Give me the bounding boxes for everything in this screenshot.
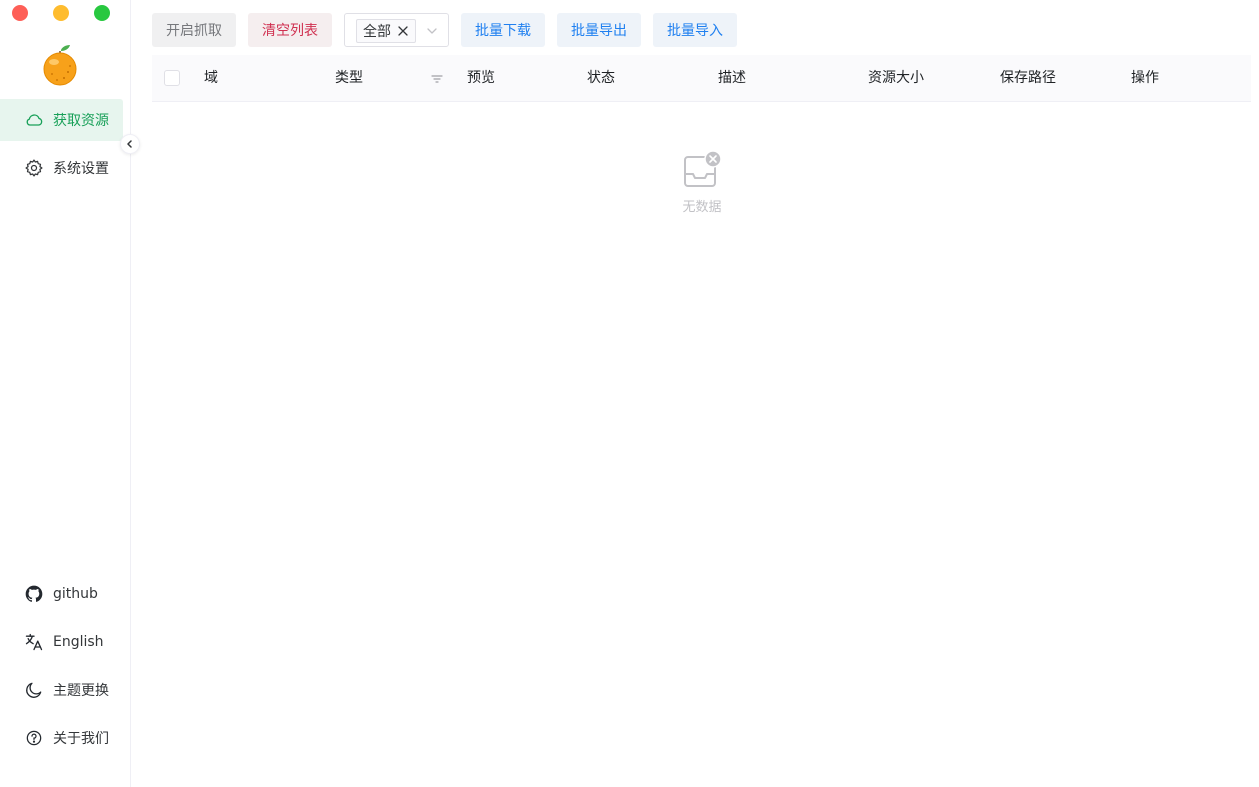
column-header-preview: 预览: [467, 70, 495, 86]
translate-icon: [24, 632, 44, 652]
sidebar-item-github[interactable]: github: [0, 573, 123, 615]
sidebar-item-theme[interactable]: 主题更换: [0, 669, 123, 711]
column-header-description: 描述: [718, 70, 746, 86]
cloud-icon: [24, 110, 44, 130]
sidebar-item-label: 获取资源: [53, 113, 109, 129]
window-maximize-button[interactable]: [94, 5, 110, 21]
gear-icon: [24, 158, 44, 178]
chevron-left-icon: [127, 140, 132, 148]
orange-logo-icon: [43, 45, 77, 86]
help-circle-icon: [24, 728, 44, 748]
sidebar-item-fetch-resources[interactable]: 获取资源: [0, 99, 123, 141]
sidebar-item-label: 关于我们: [53, 731, 109, 747]
batch-export-button[interactable]: 批量导出: [557, 13, 641, 47]
select-all-checkbox[interactable]: [164, 70, 180, 86]
clear-list-button[interactable]: 清空列表: [248, 13, 332, 47]
type-filter-select[interactable]: 全部: [344, 13, 449, 47]
batch-import-button[interactable]: 批量导入: [653, 13, 737, 47]
column-header-domain: 域: [204, 70, 218, 86]
column-header-actions: 操作: [1131, 70, 1159, 86]
column-header-size: 资源大小: [868, 70, 924, 86]
window-close-button[interactable]: [12, 5, 28, 21]
empty-text: 无数据: [682, 200, 722, 215]
column-header-type: 类型: [335, 70, 363, 86]
close-icon[interactable]: [397, 25, 409, 37]
window-minimize-button[interactable]: [53, 5, 69, 21]
table-header: 域 类型 预览 状态 描述 资源大小 保存路径 操作: [152, 55, 1251, 102]
github-icon: [24, 584, 44, 604]
chevron-down-icon: [426, 25, 438, 37]
column-header-save-path: 保存路径: [1000, 70, 1056, 86]
moon-icon: [24, 680, 44, 700]
sidebar-item-about[interactable]: 关于我们: [0, 717, 123, 759]
empty-state: 无数据: [652, 150, 752, 215]
sidebar-item-label: 主题更换: [53, 683, 109, 699]
column-header-status: 状态: [587, 70, 615, 86]
empty-inbox-icon: [684, 150, 722, 187]
start-capture-button[interactable]: 开启抓取: [152, 13, 236, 47]
sidebar-item-label: github: [53, 586, 98, 602]
sidebar-item-label: English: [53, 634, 104, 650]
batch-download-button[interactable]: 批量下载: [461, 13, 545, 47]
filter-tag-label: 全部: [363, 24, 391, 40]
app-window: 获取资源 系统设置 github English 主题更换 关于我们 开启抓取 …: [0, 0, 1259, 787]
sidebar-item-settings[interactable]: 系统设置: [0, 147, 123, 189]
filter-icon[interactable]: [430, 72, 444, 86]
filter-tag: 全部: [356, 19, 416, 43]
sidebar-item-language[interactable]: English: [0, 621, 123, 663]
sidebar-collapse-button[interactable]: [120, 134, 140, 154]
sidebar-item-label: 系统设置: [53, 161, 109, 177]
sidebar: 获取资源 系统设置 github English 主题更换 关于我们: [0, 0, 131, 787]
